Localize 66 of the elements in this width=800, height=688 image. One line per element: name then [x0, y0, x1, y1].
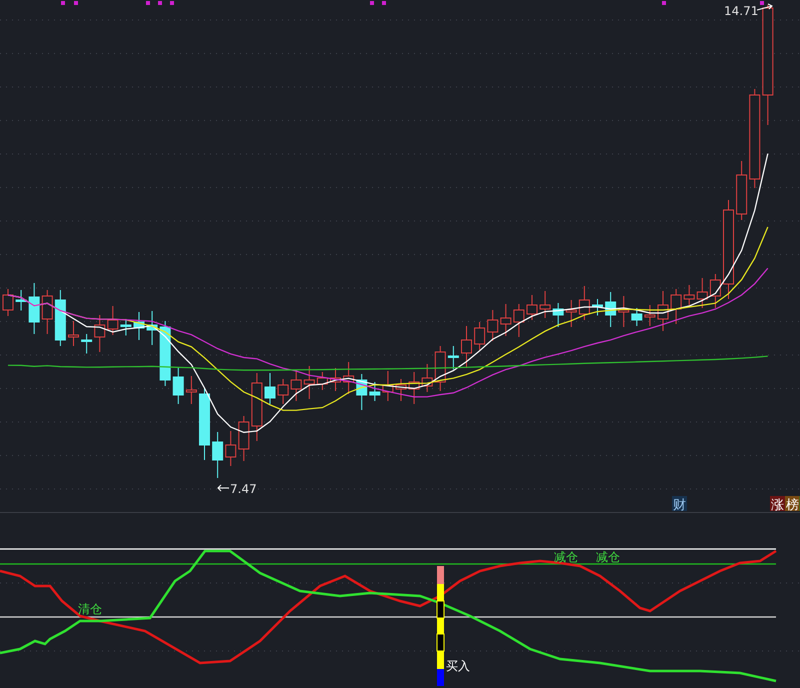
- candlestick: [696, 278, 708, 308]
- candlestick: [631, 308, 642, 326]
- signal-label: 买入: [446, 659, 470, 673]
- candlestick: [578, 286, 590, 320]
- candlestick: [422, 364, 433, 392]
- candlestick: [264, 372, 276, 404]
- rank-tag[interactable]: 涨: [770, 496, 785, 512]
- candlestick: [186, 376, 197, 404]
- candlestick: [330, 368, 341, 392]
- candlestick: [356, 374, 368, 410]
- candlestick: [369, 382, 380, 402]
- candlestick: [225, 430, 236, 466]
- candlestick: [304, 366, 315, 400]
- signal-label: 清仓: [78, 602, 102, 616]
- candlestick: [107, 306, 118, 336]
- candlestick: [644, 304, 656, 326]
- candlestick: [736, 160, 748, 220]
- candlestick: [54, 290, 66, 346]
- candlestick: [658, 290, 668, 332]
- candlestick: [68, 320, 79, 346]
- candlestick: [670, 288, 682, 324]
- candlestick: [251, 372, 262, 442]
- candlestick: [42, 290, 53, 334]
- candlestick: [500, 304, 512, 336]
- candlestick: [487, 310, 498, 342]
- candlestick: [552, 302, 564, 328]
- candlestick: [120, 318, 132, 336]
- signal-label: 减仓: [554, 550, 578, 564]
- candlestick: [316, 372, 328, 390]
- candlestick: [81, 334, 92, 354]
- candlestick: [513, 304, 524, 338]
- candlestick: [160, 320, 171, 386]
- candlestick: [343, 362, 354, 394]
- candlestick: [605, 292, 616, 328]
- candlestick: [2, 288, 14, 316]
- candlestick: [592, 298, 603, 316]
- candlestick: [461, 326, 472, 368]
- candlestick: [434, 346, 446, 392]
- candlestick: [28, 282, 40, 334]
- candlestick: [16, 290, 27, 311]
- candlestick: [618, 296, 630, 328]
- finance-tag[interactable]: 财: [672, 496, 687, 512]
- candlestick: [134, 312, 144, 340]
- candlestick: [408, 372, 420, 404]
- signal-label: 减仓: [596, 550, 620, 564]
- candlestick: [710, 274, 721, 308]
- candlestick: [566, 300, 577, 328]
- candlestick: [526, 294, 538, 320]
- candlestick: [448, 346, 459, 370]
- candlestick: [278, 378, 289, 404]
- candlestick: [684, 284, 695, 306]
- candlestick: [396, 378, 406, 402]
- candlestick: [382, 370, 394, 402]
- candlestick: [238, 416, 250, 462]
- candlestick: [94, 314, 106, 352]
- arrow-icon: [217, 484, 230, 492]
- rank-tag[interactable]: 榜: [785, 496, 800, 512]
- low-price-label: 7.47: [230, 482, 257, 496]
- arrow-icon: [756, 4, 773, 10]
- high-price-label: 14.71: [724, 4, 758, 18]
- candlestick: [540, 290, 551, 318]
- candlestick: [212, 432, 224, 478]
- candlestick: [474, 322, 486, 350]
- candlestick: [172, 366, 184, 404]
- candlestick: [290, 370, 302, 402]
- candlestick: [146, 310, 158, 346]
